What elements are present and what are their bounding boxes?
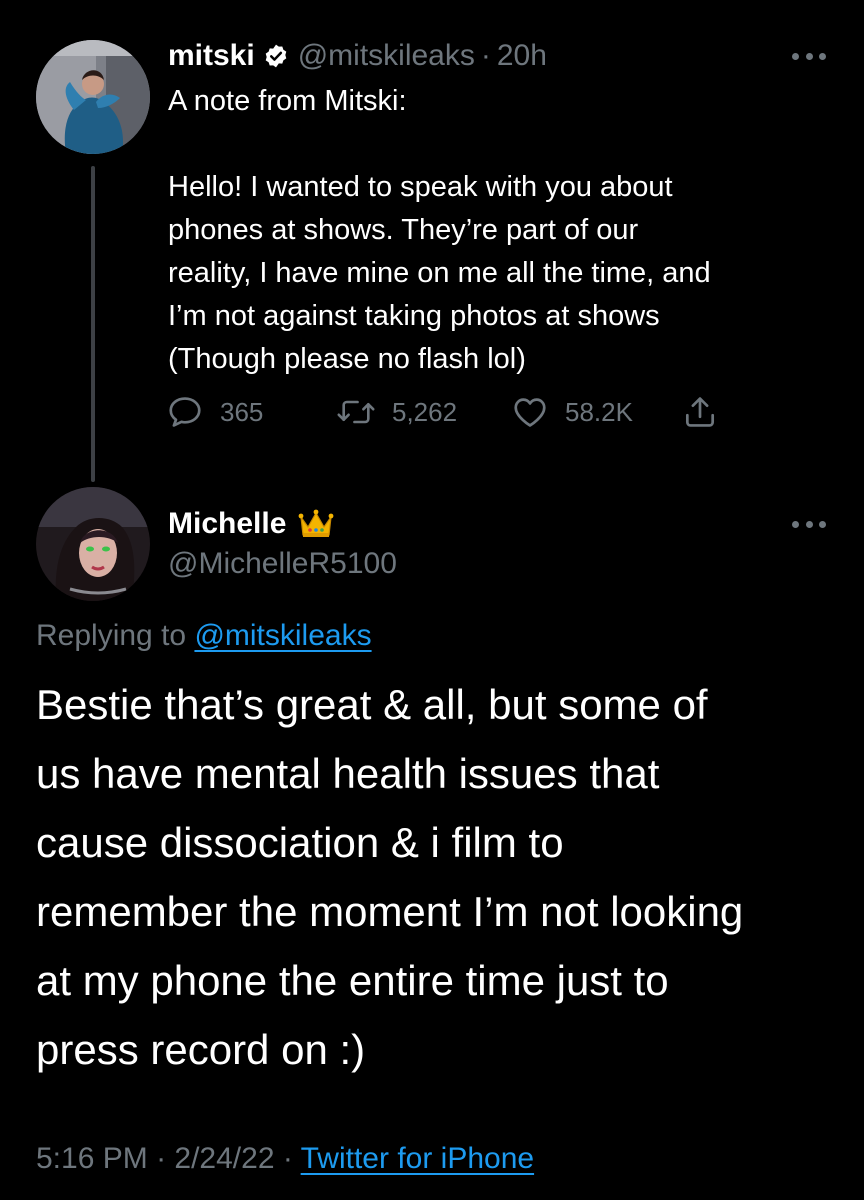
tweet-line: phones at shows. They’re part of our: [168, 214, 639, 246]
more-icon[interactable]: [792, 518, 826, 530]
reply-line: cause dissociation & i film to: [36, 819, 564, 866]
retweet-icon: [336, 393, 376, 431]
reply-author-display-name[interactable]: Michelle: [168, 507, 286, 541]
reply-line: remember the moment I’m not looking: [36, 888, 744, 935]
reply-line: press record on :): [36, 1026, 366, 1073]
tweet-time-ago[interactable]: 20h: [497, 39, 547, 73]
avatar-michelle[interactable]: [36, 487, 150, 601]
tweet-line: (Though please no flash lol): [168, 343, 526, 375]
more-icon[interactable]: [792, 50, 826, 62]
author-display-name[interactable]: mitski: [168, 39, 255, 73]
replying-to-line: Replying to @mitskileaks: [36, 614, 372, 658]
like-count: 58.2K: [565, 396, 633, 427]
reply-button[interactable]: 365: [166, 392, 263, 432]
thread-connector-line: [91, 166, 95, 482]
tweet-action-bar: 365 5,262 58.2K: [166, 392, 766, 432]
tweet-line: I’m not against taking photos at shows: [168, 300, 660, 332]
like-icon: [511, 393, 549, 431]
like-button[interactable]: 58.2K: [511, 392, 633, 432]
reply-author-row: Michelle: [168, 504, 334, 544]
retweet-button[interactable]: 5,262: [336, 392, 457, 432]
replying-to-label: Replying to: [36, 619, 187, 652]
dot-separator: ·: [480, 39, 491, 72]
tweet-line: Hello! I wanted to speak with you about: [168, 171, 673, 203]
reply-text: Bestie that’s great & all, but some of u…: [36, 670, 836, 1084]
reply-line: at my phone the entire time just to: [36, 957, 669, 1004]
share-icon: [681, 393, 719, 431]
tweet-detail-page: mitski @mitskileaks · 20h A note from Mi…: [0, 0, 864, 1200]
crown-emoji: [298, 509, 334, 539]
reply-author-handle[interactable]: @MichelleR5100: [168, 544, 397, 584]
reply-time[interactable]: 5:16 PM: [36, 1142, 148, 1175]
tweet-header: mitski @mitskileaks · 20h: [168, 36, 547, 76]
tweet-line-gap: [168, 123, 828, 166]
tweet-line: reality, I have mine on me all the time,…: [168, 257, 711, 289]
replying-to-mention-link[interactable]: @mitskileaks: [194, 619, 371, 652]
share-button[interactable]: [681, 392, 719, 432]
tweet-line: A note from Mitski:: [168, 85, 407, 117]
dot-separator: ·: [282, 1142, 301, 1175]
avatar-mitski[interactable]: [36, 40, 150, 154]
verified-badge-icon: [263, 43, 289, 69]
reply-icon: [166, 393, 204, 431]
reply-timestamp-row: 5:16 PM · 2/24/22 · Twitter for iPhone: [36, 1136, 534, 1182]
reply-count: 365: [220, 396, 264, 427]
retweet-count: 5,262: [392, 396, 458, 427]
source-link[interactable]: Twitter for iPhone: [301, 1142, 534, 1175]
reply-line: us have mental health issues that: [36, 750, 660, 797]
reply-date[interactable]: 2/24/22: [174, 1142, 274, 1175]
tweet-text: A note from Mitski: Hello! I wanted to s…: [168, 80, 828, 381]
dot-separator: ·: [156, 1142, 175, 1175]
reply-line: Bestie that’s great & all, but some of: [36, 681, 708, 728]
author-handle[interactable]: @mitskileaks: [298, 39, 475, 73]
